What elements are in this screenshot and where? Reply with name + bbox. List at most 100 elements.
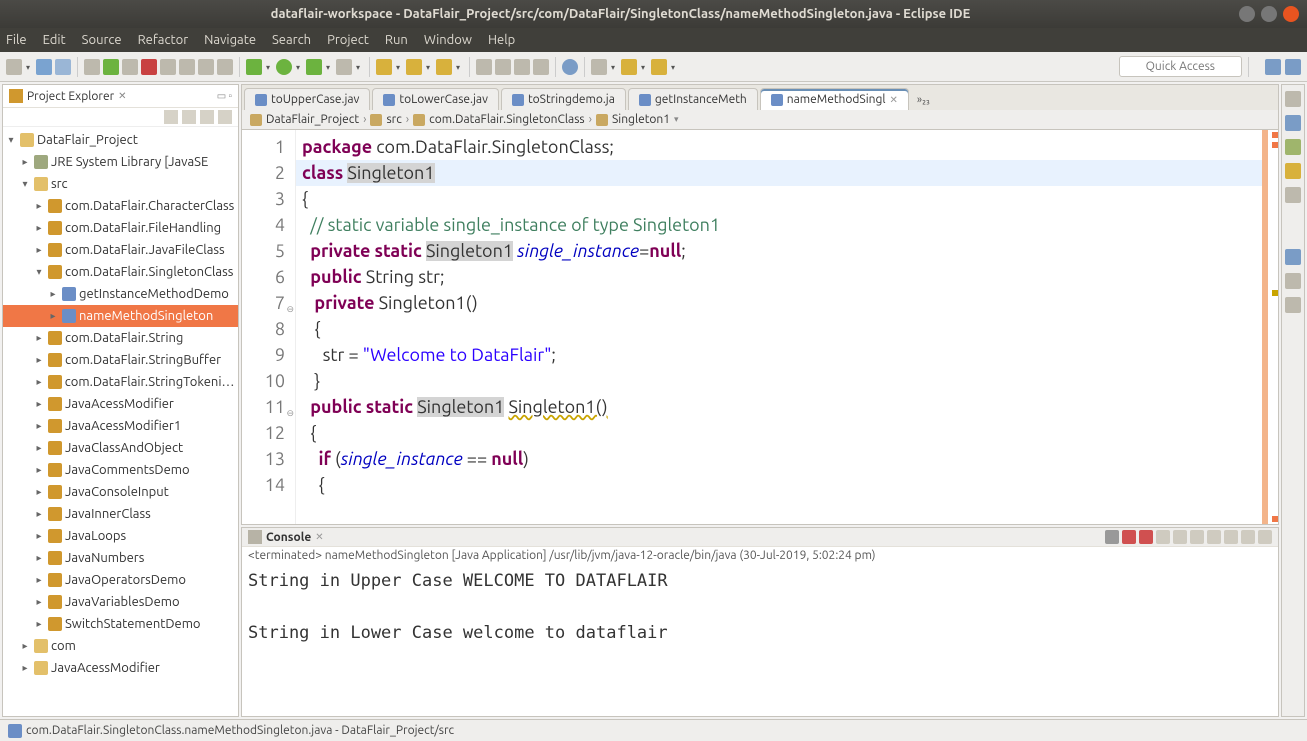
tree-item[interactable]: ▸nameMethodSingleton (3, 305, 238, 327)
toggle-icon[interactable] (514, 59, 530, 75)
breadcrumb-segment[interactable]: src (386, 113, 401, 126)
save-all-icon[interactable] (55, 59, 71, 75)
twisty-icon[interactable]: ▾ (5, 134, 17, 146)
problems-icon[interactable] (1285, 163, 1301, 179)
maximize-button[interactable] (1261, 6, 1277, 22)
line-number[interactable]: 14 (246, 472, 285, 498)
minimize-button[interactable] (1239, 6, 1255, 22)
twisty-icon[interactable]: ▸ (33, 530, 45, 542)
twisty-icon[interactable]: ▸ (33, 332, 45, 344)
overview-ruler[interactable] (1268, 130, 1278, 524)
breadcrumb-dropdown-icon[interactable]: ▾ (674, 114, 679, 125)
new-pkg-icon[interactable] (376, 59, 392, 75)
console-pin-icon[interactable] (1173, 530, 1187, 544)
declaration-icon[interactable] (1285, 187, 1301, 203)
line-number[interactable]: 8 (246, 316, 285, 342)
code-line[interactable]: } (302, 368, 1272, 394)
quick-access-input[interactable]: Quick Access (1119, 56, 1242, 77)
tree-item[interactable]: ▸JavaOperatorsDemo (3, 569, 238, 591)
console-min-icon[interactable] (1241, 530, 1255, 544)
globe-icon[interactable] (562, 59, 578, 75)
twisty-icon[interactable]: ▸ (33, 508, 45, 520)
project-tree[interactable]: ▾DataFlair_Project▸JRE System Library [J… (3, 127, 238, 716)
tree-item[interactable]: ▸JavaAcessModifier (3, 393, 238, 415)
editor-tab[interactable]: getInstanceMeth (628, 88, 758, 110)
collapse-all-icon[interactable] (164, 110, 178, 124)
step-over-icon[interactable] (179, 59, 195, 75)
twisty-icon[interactable]: ▸ (33, 596, 45, 608)
console-close-icon[interactable]: ✕ (315, 531, 323, 543)
line-number[interactable]: 11 (246, 394, 285, 420)
bug-icon[interactable] (246, 59, 262, 75)
tree-item[interactable]: ▾DataFlair_Project (3, 129, 238, 151)
tree-item[interactable]: ▸com.DataFlair.String (3, 327, 238, 349)
editor-tab[interactable]: toLowerCase.jav (372, 88, 499, 110)
code-line[interactable]: public String str; (302, 264, 1272, 290)
fwd-icon[interactable] (651, 59, 667, 75)
tree-item[interactable]: ▸com.DataFlair.StringTokenizer (3, 371, 238, 393)
tree-item[interactable]: ▸JavaClassAndObject (3, 437, 238, 459)
code-line[interactable]: public static Singleton1 Singleton1() (302, 394, 1272, 420)
tree-item[interactable]: ▾com.DataFlair.SingletonClass (3, 261, 238, 283)
tree-item[interactable]: ▸JavaNumbers (3, 547, 238, 569)
progress-icon[interactable] (1285, 273, 1301, 289)
twisty-icon[interactable]: ▸ (47, 310, 59, 322)
twisty-icon[interactable]: ▸ (33, 354, 45, 366)
twisty-icon[interactable]: ▸ (33, 618, 45, 630)
twisty-icon[interactable]: ▸ (19, 640, 31, 652)
code-line[interactable]: { (302, 472, 1272, 498)
code-line[interactable]: // static variable single_instance of ty… (302, 212, 1272, 238)
menu-window[interactable]: Window (424, 33, 472, 47)
code-line[interactable]: private static Singleton1 single_instanc… (302, 238, 1272, 264)
menu-help[interactable]: Help (488, 33, 515, 47)
console-max-icon[interactable] (1258, 530, 1272, 544)
twisty-icon[interactable]: ▸ (33, 442, 45, 454)
step-into-icon[interactable] (198, 59, 214, 75)
line-number[interactable]: 6 (246, 264, 285, 290)
tree-item[interactable]: ▸JavaAcessModifier1 (3, 415, 238, 437)
new-folder-icon[interactable] (436, 59, 452, 75)
tab-close-icon[interactable]: ✕ (890, 94, 898, 106)
ext-tools-icon[interactable] (336, 59, 352, 75)
wand-icon[interactable] (495, 59, 511, 75)
link-icon[interactable] (533, 59, 549, 75)
line-number[interactable]: 3 (246, 186, 285, 212)
tree-item[interactable]: ▸com.DataFlair.JavaFileClass (3, 239, 238, 261)
tree-item[interactable]: ▸com.DataFlair.CharacterClass (3, 195, 238, 217)
breadcrumb-segment[interactable]: DataFlair_Project (266, 113, 359, 126)
pin-icon[interactable] (591, 59, 607, 75)
twisty-icon[interactable]: ▸ (33, 222, 45, 234)
tree-item[interactable]: ▸com.DataFlair.StringBuffer (3, 349, 238, 371)
code-area[interactable]: package com.DataFlair.SingletonClass;cla… (296, 130, 1278, 524)
tree-item[interactable]: ▸JavaConsoleInput (3, 481, 238, 503)
twisty-icon[interactable]: ▸ (19, 156, 31, 168)
twisty-icon[interactable]: ▸ (33, 486, 45, 498)
editor-tab[interactable]: toUpperCase.jav (244, 88, 370, 110)
markers-icon[interactable] (1285, 139, 1301, 155)
tree-item[interactable]: ▸JavaCommentsDemo (3, 459, 238, 481)
console-display-icon[interactable] (1190, 530, 1204, 544)
tree-item[interactable]: ▸JavaInnerClass (3, 503, 238, 525)
menu-edit[interactable]: Edit (43, 33, 66, 47)
menu-refactor[interactable]: Refactor (138, 33, 189, 47)
tree-item[interactable]: ▸SwitchStatementDemo (3, 613, 238, 635)
twisty-icon[interactable]: ▸ (33, 420, 45, 432)
line-number[interactable]: 4 (246, 212, 285, 238)
tool-icon[interactable] (84, 59, 100, 75)
twisty-icon[interactable]: ▸ (33, 464, 45, 476)
line-number[interactable]: 1 (246, 134, 285, 160)
debug-icon[interactable] (1285, 297, 1301, 313)
editor-tab[interactable]: toStringdemo.ja (501, 88, 626, 110)
console-open-icon[interactable] (1207, 530, 1221, 544)
javadoc-icon[interactable] (1285, 249, 1301, 265)
tree-item[interactable]: ▸JavaLoops (3, 525, 238, 547)
link-editor-icon[interactable] (182, 110, 196, 124)
line-number[interactable]: 9 (246, 342, 285, 368)
twisty-icon[interactable]: ▸ (33, 552, 45, 564)
code-line[interactable]: { (302, 420, 1272, 446)
menu-file[interactable]: File (6, 33, 27, 47)
twisty-icon[interactable]: ▸ (33, 200, 45, 212)
twisty-icon[interactable]: ▸ (33, 244, 45, 256)
breadcrumb[interactable]: DataFlair_Project›src›com.DataFlair.Sing… (241, 110, 1279, 130)
code-line[interactable]: str = "Welcome to DataFlair"; (302, 342, 1272, 368)
